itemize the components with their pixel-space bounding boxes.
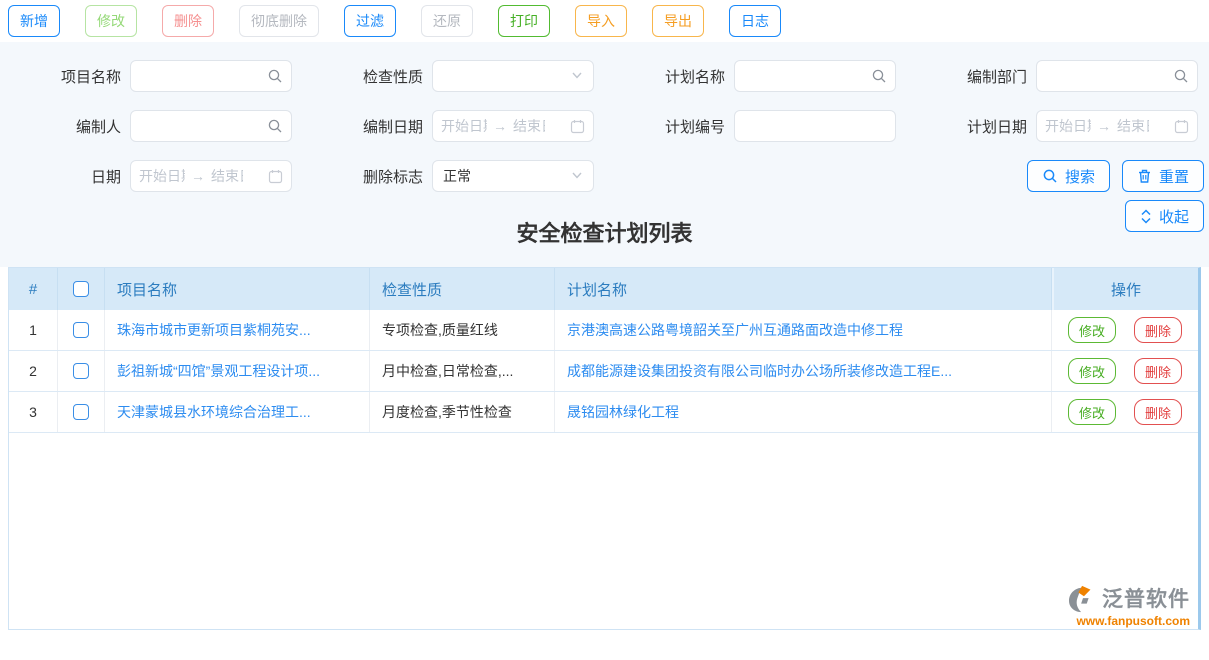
filter-panel: 项目名称 检查性质 计划名称 <box>0 42 1209 267</box>
project-name-search <box>130 60 292 92</box>
compile-date-label: 编制日期 <box>363 116 423 137</box>
delete-flag-value: 正常 <box>443 166 471 186</box>
vendor-url: www.fanpusoft.com <box>1068 615 1190 627</box>
restore-button[interactable]: 还原 <box>421 5 473 37</box>
select-all-checkbox[interactable] <box>73 281 89 297</box>
row-delete-button[interactable]: 删除 <box>1134 358 1182 384</box>
start-date-placeholder: 开始日期 <box>139 166 185 186</box>
plan-no-field <box>734 110 896 142</box>
plan-link[interactable]: 成都能源建设集团投资有限公司临时办公场所装修改造工程E... <box>567 361 952 381</box>
search-button-label: 搜索 <box>1065 166 1095 187</box>
col-index: # <box>9 268 58 310</box>
plan-name-label: 计划名称 <box>665 66 725 87</box>
table-row: 2 彭祖新城“四馆”景观工程设计项... 月中检查,日常检查,... 成都能源建… <box>9 351 1198 392</box>
author-label: 编制人 <box>76 116 121 137</box>
plan-date-label: 计划日期 <box>967 116 1027 137</box>
plan-no-input[interactable] <box>735 111 895 141</box>
dept-search <box>1036 60 1198 92</box>
check-nature-select[interactable] <box>432 60 594 92</box>
add-button[interactable]: 新增 <box>8 5 60 37</box>
purge-button[interactable]: 彻底删除 <box>239 5 319 37</box>
dept-label: 编制部门 <box>967 66 1027 87</box>
project-link[interactable]: 彭祖新城“四馆”景观工程设计项... <box>117 361 320 381</box>
col-project: 项目名称 <box>105 268 370 310</box>
project-link[interactable]: 珠海市城市更新项目紫桐苑安... <box>117 320 311 340</box>
calendar-icon <box>1174 119 1189 134</box>
delete-flag-label: 删除标志 <box>363 166 423 187</box>
date-label: 日期 <box>91 166 121 187</box>
edit-button[interactable]: 修改 <box>85 5 137 37</box>
row-edit-button[interactable]: 修改 <box>1068 317 1116 343</box>
plan-link[interactable]: 京港澳高速公路粤境韶关至广州互通路面改造中修工程 <box>567 320 903 340</box>
log-button[interactable]: 日志 <box>729 5 781 37</box>
collapse-button[interactable]: 收起 <box>1125 200 1204 232</box>
row-index: 2 <box>9 351 58 391</box>
search-icon <box>1173 68 1189 84</box>
start-date-placeholder: 开始日期 <box>1045 116 1091 136</box>
plan-link[interactable]: 晟铭园林绿化工程 <box>567 402 679 422</box>
search-icon <box>1042 168 1058 184</box>
row-edit-button[interactable]: 修改 <box>1068 399 1116 425</box>
arrow-right-icon: → <box>191 168 205 184</box>
row-checkbox[interactable] <box>73 404 89 420</box>
arrow-right-icon: → <box>493 118 507 134</box>
vendor-name: 泛普软件 <box>1102 589 1190 610</box>
col-plan: 计划名称 <box>555 268 1052 310</box>
vendor-watermark: 泛普软件 www.fanpusoft.com <box>1068 585 1190 627</box>
filter-button[interactable]: 过滤 <box>344 5 396 37</box>
row-edit-button[interactable]: 修改 <box>1068 358 1116 384</box>
row-delete-button[interactable]: 删除 <box>1134 399 1182 425</box>
project-link[interactable]: 天津蒙城县水环境综合治理工... <box>117 402 311 422</box>
print-button[interactable]: 打印 <box>498 5 550 37</box>
end-date-placeholder: 结束日期 <box>513 116 545 136</box>
nature-cell: 专项检查,质量红线 <box>370 310 555 350</box>
page-title: 安全检查计划列表 <box>0 201 1209 267</box>
end-date-placeholder: 结束日期 <box>211 166 243 186</box>
reset-button[interactable]: 重置 <box>1122 160 1204 192</box>
search-icon <box>267 68 283 84</box>
row-checkbox[interactable] <box>73 322 89 338</box>
row-checkbox[interactable] <box>73 363 89 379</box>
calendar-icon <box>268 169 283 184</box>
arrow-right-icon: → <box>1097 118 1111 134</box>
date-range[interactable]: 开始日期 → 结束日期 <box>130 160 292 192</box>
row-index: 1 <box>9 310 58 350</box>
chevron-down-icon <box>571 168 583 184</box>
project-name-label: 项目名称 <box>61 66 121 87</box>
row-index: 3 <box>9 392 58 432</box>
col-ops: 操作 <box>1052 268 1198 310</box>
table-row: 1 珠海市城市更新项目紫桐苑安... 专项检查,质量红线 京港澳高速公路粤境韶关… <box>9 310 1198 351</box>
table-header-row: # 项目名称 检查性质 计划名称 操作 <box>9 268 1198 310</box>
plan-list-table: # 项目名称 检查性质 计划名称 操作 1 珠海市城市更新项目紫桐苑安... 专… <box>8 267 1201 630</box>
compile-date-range[interactable]: 开始日期 → 结束日期 <box>432 110 594 142</box>
delete-flag-select[interactable]: 正常 <box>432 160 594 192</box>
end-date-placeholder: 结束日期 <box>1117 116 1149 136</box>
start-date-placeholder: 开始日期 <box>441 116 487 136</box>
search-icon <box>267 118 283 134</box>
chevron-down-icon <box>571 68 583 84</box>
reset-button-label: 重置 <box>1159 166 1189 187</box>
trash-icon <box>1137 168 1152 184</box>
collapse-icon <box>1140 209 1152 224</box>
delete-button[interactable]: 删除 <box>162 5 214 37</box>
nature-cell: 月度检查,季节性检查 <box>370 392 555 432</box>
export-button[interactable]: 导出 <box>652 5 704 37</box>
search-icon <box>871 68 887 84</box>
row-delete-button[interactable]: 删除 <box>1134 317 1182 343</box>
fanpu-logo-icon <box>1068 585 1098 613</box>
table-row: 3 天津蒙城县水环境综合治理工... 月度检查,季节性检查 晟铭园林绿化工程 修… <box>9 392 1198 433</box>
nature-cell: 月中检查,日常检查,... <box>370 351 555 391</box>
check-nature-label: 检查性质 <box>363 66 423 87</box>
search-button[interactable]: 搜索 <box>1027 160 1110 192</box>
toolbar: 新增 修改 删除 彻底删除 过滤 还原 打印 导入 导出 日志 <box>0 0 1209 42</box>
calendar-icon <box>570 119 585 134</box>
author-search <box>130 110 292 142</box>
plan-name-search <box>734 60 896 92</box>
collapse-button-label: 收起 <box>1159 206 1189 227</box>
col-nature: 检查性质 <box>370 268 555 310</box>
plan-date-range[interactable]: 开始日期 → 结束日期 <box>1036 110 1198 142</box>
import-button[interactable]: 导入 <box>575 5 627 37</box>
plan-no-label: 计划编号 <box>665 116 725 137</box>
